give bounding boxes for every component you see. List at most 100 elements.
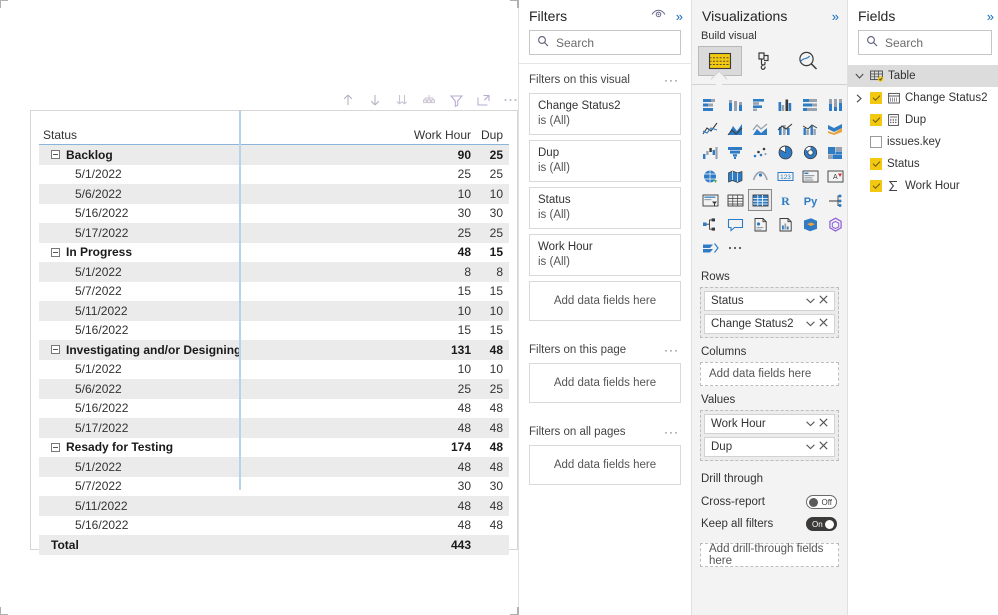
cell-work-hour[interactable]: 90 [405, 148, 477, 162]
cell-work-hour[interactable]: 8 [405, 265, 477, 279]
cell-work-hour[interactable]: 443 [405, 538, 477, 552]
well-field-pill[interactable]: Change Status2 [704, 314, 835, 334]
cell-work-hour[interactable]: 48 [405, 401, 477, 415]
kpi-icon[interactable]: A [823, 165, 847, 187]
card-icon[interactable]: 123 [773, 165, 797, 187]
matrix-detail-row[interactable]: 5/11/2022 10 10 [39, 301, 509, 321]
matrix-detail-row[interactable]: 5/1/2022 8 8 [39, 262, 509, 282]
cell-dup[interactable]: 48 [477, 440, 509, 454]
filter-dropzone[interactable]: Add data fields here [529, 445, 681, 485]
matrix-detail-row[interactable]: 5/1/2022 10 10 [39, 360, 509, 380]
fields-field-node[interactable]: Work Hour [848, 175, 998, 197]
fields-field-node[interactable]: Status [848, 153, 998, 175]
remove-field-icon[interactable] [817, 418, 830, 430]
matrix-group-row[interactable]: Backlog 90 25 [39, 145, 509, 165]
filter-section-more-icon[interactable]: ··· [664, 425, 679, 439]
stacked-bar-chart-icon[interactable] [698, 93, 722, 115]
field-checkbox[interactable] [870, 158, 882, 170]
filter-card[interactable]: Status is (All) [529, 187, 681, 229]
cell-work-hour[interactable]: 48 [405, 518, 477, 532]
field-checkbox[interactable] [870, 136, 882, 148]
slicer-icon[interactable] [698, 189, 722, 211]
matrix-detail-row[interactable]: 5/16/2022 30 30 [39, 204, 509, 224]
line-clustered-column-chart-icon[interactable] [798, 117, 822, 139]
expand-all-icon[interactable] [394, 92, 410, 108]
filter-dropzone[interactable]: Add data fields here [529, 281, 681, 321]
cell-work-hour[interactable]: 174 [405, 440, 477, 454]
stacked-column-chart-icon[interactable] [723, 93, 747, 115]
more-visuals-icon[interactable] [723, 237, 747, 259]
r-script-visual-icon[interactable]: R [773, 189, 797, 211]
filters-search-input[interactable]: Search [529, 30, 681, 55]
collapse-group-icon[interactable] [51, 345, 60, 355]
cell-work-hour[interactable]: 15 [405, 323, 477, 337]
cell-dup[interactable]: 25 [477, 382, 509, 396]
matrix-detail-row[interactable]: 5/1/2022 48 48 [39, 457, 509, 477]
matrix-table[interactable]: Status Work Hour Dup Backlog 90 25 5/1/2022… [31, 117, 517, 555]
focus-mode-icon[interactable] [475, 92, 491, 108]
filter-card[interactable]: Dup is (All) [529, 140, 681, 182]
matrix-detail-row[interactable]: 5/1/2022 25 25 [39, 165, 509, 185]
cell-dup[interactable]: 8 [477, 265, 509, 279]
drill-through-dropzone[interactable]: Add drill-through fields here [700, 543, 839, 567]
donut-chart-icon[interactable] [798, 141, 822, 163]
well-field-pill[interactable]: Work Hour [704, 414, 835, 434]
100-stacked-bar-chart-icon[interactable] [798, 93, 822, 115]
cell-work-hour[interactable]: 30 [405, 206, 477, 220]
more-options-icon[interactable] [502, 92, 518, 108]
collapse-group-icon[interactable] [51, 247, 60, 257]
collapse-fields-icon[interactable]: » [987, 10, 994, 23]
treemap-icon[interactable] [823, 141, 847, 163]
remove-field-icon[interactable] [817, 441, 830, 453]
hide-filter-icon[interactable] [651, 9, 666, 23]
stacked-area-chart-icon[interactable] [748, 117, 772, 139]
well-rows[interactable]: Status Change Status2 [700, 287, 839, 338]
collapse-visualizations-icon[interactable]: » [832, 10, 839, 23]
report-canvas[interactable]: Status Work Hour Dup Backlog 90 25 5/1/2022… [0, 0, 519, 615]
matrix-detail-row[interactable]: 5/16/2022 48 48 [39, 399, 509, 419]
cell-work-hour[interactable]: 25 [405, 167, 477, 181]
cell-work-hour[interactable]: 10 [405, 304, 477, 318]
cell-work-hour[interactable]: 131 [405, 343, 477, 357]
fields-search-input[interactable]: Search [858, 30, 992, 55]
decomposition-tree-icon[interactable] [698, 213, 722, 235]
chevron-down-icon[interactable] [804, 441, 817, 453]
drill-up-icon[interactable] [340, 92, 356, 108]
remove-field-icon[interactable] [817, 318, 830, 330]
cell-dup[interactable]: 30 [477, 479, 509, 493]
cell-dup[interactable]: 25 [477, 226, 509, 240]
remove-field-icon[interactable] [817, 295, 830, 307]
matrix-group-row[interactable]: Resady for Testing 174 48 [39, 438, 509, 458]
smart-narrative-icon[interactable] [748, 213, 772, 235]
cell-work-hour[interactable]: 10 [405, 187, 477, 201]
field-checkbox[interactable] [870, 92, 882, 104]
drill-down-icon[interactable] [367, 92, 383, 108]
column-header-dup[interactable]: Dup [477, 128, 509, 142]
filled-map-icon[interactable] [723, 165, 747, 187]
arcgis-map-icon[interactable] [748, 165, 772, 187]
get-more-visuals-icon[interactable] [698, 237, 722, 259]
matrix-group-row[interactable]: In Progress 48 15 [39, 243, 509, 263]
cell-work-hour[interactable]: 30 [405, 479, 477, 493]
matrix-detail-row[interactable]: 5/7/2022 30 30 [39, 477, 509, 497]
cell-dup[interactable]: 48 [477, 401, 509, 415]
matrix-total-row[interactable]: Total 443 [39, 535, 509, 555]
waterfall-chart-icon[interactable] [698, 141, 722, 163]
matrix-visual[interactable]: Status Work Hour Dup Backlog 90 25 5/1/2022… [30, 110, 518, 555]
scatter-chart-icon[interactable] [748, 141, 772, 163]
area-chart-icon[interactable] [723, 117, 747, 139]
matrix-detail-row[interactable]: 5/16/2022 48 48 [39, 516, 509, 536]
fields-tree[interactable]: Table Change Status2 Dup issues.key Status Wo… [848, 63, 998, 197]
filter-dropzone[interactable]: Add data fields here [529, 363, 681, 403]
q-and-a-icon[interactable] [723, 213, 747, 235]
cell-dup[interactable]: 15 [477, 245, 509, 259]
cell-dup[interactable]: 30 [477, 206, 509, 220]
format-visual-tab[interactable] [742, 46, 786, 76]
drill-mode-icon[interactable] [421, 92, 437, 108]
funnel-chart-icon[interactable] [723, 141, 747, 163]
cell-dup[interactable]: 15 [477, 284, 509, 298]
matrix-detail-row[interactable]: 5/17/2022 48 48 [39, 418, 509, 438]
cell-work-hour[interactable]: 25 [405, 226, 477, 240]
fields-pane[interactable]: Fields » Search Table Change Status2 Dup is… [847, 0, 998, 615]
pie-chart-icon[interactable] [773, 141, 797, 163]
